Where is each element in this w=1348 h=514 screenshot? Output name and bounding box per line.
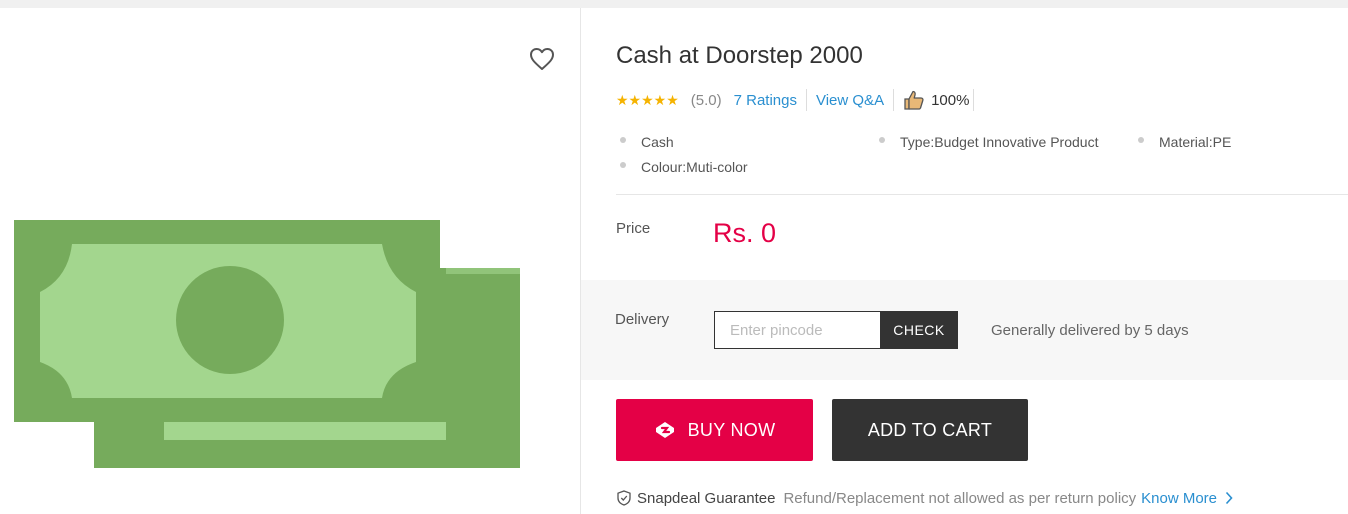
add-to-cart-label: ADD TO CART bbox=[867, 419, 993, 440]
ratings-link[interactable]: 7 Ratings bbox=[734, 92, 797, 109]
shield-check-icon bbox=[617, 490, 631, 506]
know-more-link[interactable]: Know More bbox=[1141, 490, 1217, 507]
star-rating: ★★★★★ bbox=[616, 91, 679, 108]
add-to-cart-button[interactable]: ADD TO CART bbox=[832, 399, 1028, 461]
panel-divider bbox=[580, 8, 581, 514]
list-item: Colour:Muti-color bbox=[620, 159, 748, 175]
price-value: Rs. 0 bbox=[713, 218, 777, 248]
guarantee-row: Snapdeal Guarantee Refund/Replacement no… bbox=[617, 488, 1233, 508]
list-item: Type:Budget Innovative Product bbox=[879, 134, 1098, 150]
product-image[interactable] bbox=[14, 216, 524, 472]
feature-text: Colour:Muti-color bbox=[641, 159, 748, 175]
bullet bbox=[620, 162, 626, 169]
feature-text: Type:Budget Innovative Product bbox=[900, 134, 1099, 150]
buy-now-button[interactable]: BUY NOW bbox=[616, 399, 813, 461]
list-item: Cash bbox=[620, 134, 674, 150]
list-item: Material:PE bbox=[1138, 134, 1231, 150]
rating-value: (5.0) bbox=[690, 91, 722, 109]
top-bar bbox=[0, 0, 1348, 8]
bullet bbox=[620, 137, 626, 144]
delivery-label: Delivery bbox=[615, 311, 670, 328]
delivery-section bbox=[581, 280, 1348, 380]
feature-text: Cash bbox=[641, 134, 674, 150]
heart-outline-icon[interactable] bbox=[528, 46, 556, 72]
divider bbox=[805, 89, 807, 111]
recommend-percent: 100% bbox=[931, 91, 970, 109]
pincode-input[interactable] bbox=[714, 311, 880, 349]
snapdeal-logo-icon bbox=[655, 422, 674, 438]
guarantee-title: Snapdeal Guarantee bbox=[637, 489, 776, 507]
check-button[interactable]: CHECK bbox=[880, 311, 958, 349]
qa-link[interactable]: View Q&A bbox=[816, 92, 884, 109]
rating-row: ★★★★★ (5.0) 7 Ratings View Q&A 100% bbox=[616, 86, 983, 114]
section-divider bbox=[616, 194, 1348, 195]
price-label: Price bbox=[616, 220, 651, 237]
bullet bbox=[1138, 137, 1144, 144]
chevron-right-icon[interactable] bbox=[1225, 491, 1233, 505]
divider bbox=[973, 89, 975, 111]
bullet bbox=[879, 137, 885, 144]
delivery-message: Generally delivered by 5 days bbox=[991, 322, 1189, 339]
guarantee-text: Refund/Replacement not allowed as per re… bbox=[783, 489, 1137, 507]
buy-now-label: BUY NOW bbox=[687, 419, 776, 440]
product-title: Cash at Doorstep 2000 bbox=[616, 42, 863, 69]
divider bbox=[893, 89, 895, 111]
thumbs-up-icon bbox=[904, 90, 924, 110]
feature-text: Material:PE bbox=[1159, 134, 1232, 150]
